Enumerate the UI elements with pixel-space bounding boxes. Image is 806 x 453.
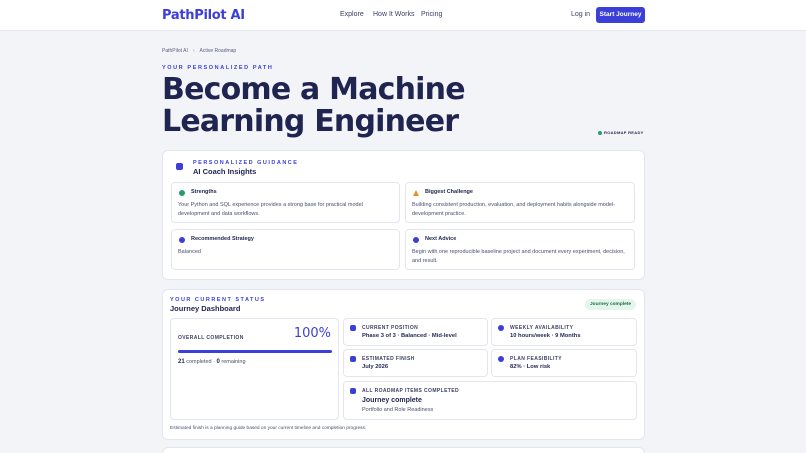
breadcrumb: PathPilot AI › Active Roadmap	[162, 48, 236, 54]
stat-value: July 2026	[362, 364, 389, 370]
status-badge: Journey complete	[585, 299, 636, 310]
insight-text: Your Python and SQL experience provides …	[178, 202, 363, 217]
gauge-icon	[498, 356, 504, 362]
insight-label: Strengths	[191, 189, 217, 195]
warning-icon	[413, 190, 419, 196]
stat-all-completed: ALL ROADMAP ITEMS COMPLETED Journey comp…	[343, 381, 637, 420]
next-card	[162, 447, 645, 453]
nav-link-how-it-works[interactable]: How It Works	[373, 11, 415, 18]
insight-text: Begin with one reproducible baseline pro…	[412, 249, 625, 264]
completed-label: completed ·	[186, 359, 215, 365]
insight-challenge: Biggest Challenge Building consistent pr…	[405, 182, 635, 223]
stat-label: WEEKLY AVAILABILITY	[510, 325, 574, 331]
coach-icon	[176, 163, 183, 170]
insight-label: Biggest Challenge	[425, 189, 473, 195]
stat-label: PLAN FEASIBILITY	[510, 356, 562, 362]
stat-plan-feasibility: PLAN FEASIBILITY 82% · Low risk	[491, 349, 637, 377]
remaining-label: remaining	[221, 359, 246, 365]
insight-label: Next Advice	[425, 236, 457, 242]
clock-icon	[498, 325, 504, 331]
page-title: Become a Machine Learning Engineer	[162, 72, 466, 139]
roadmap-ready-label: ROADMAP READY	[604, 130, 644, 135]
hero-eyebrow: YOUR PERSONALIZED PATH	[162, 65, 274, 71]
logo[interactable]: PathPilot AI	[162, 8, 245, 23]
completion-counts: 21 completed · 0 remaining	[178, 359, 246, 365]
check-circle-icon	[179, 190, 185, 196]
stat-label: CURRENT POSITION	[362, 325, 419, 331]
insight-advice: Next Advice Begin with one reproducible …	[405, 229, 635, 270]
insight-text: Balanced	[178, 249, 201, 255]
guidance-title: AI Coach Insights	[193, 167, 257, 176]
arrow-right-icon	[413, 237, 419, 243]
insight-strengths: Strengths Your Python and SQL experience…	[171, 182, 400, 223]
calendar-icon	[350, 356, 356, 362]
insight-label: Recommended Strategy	[191, 236, 254, 242]
top-nav: PathPilot AI Explore How It Works Pricin…	[0, 0, 806, 31]
progress-fill	[178, 350, 332, 353]
stat-value: 82% · Low risk	[510, 364, 551, 370]
stat-estimated-finish: ESTIMATED FINISH July 2026	[343, 349, 488, 377]
start-journey-button[interactable]: Start Journey	[596, 7, 645, 23]
stat-label: ALL ROADMAP ITEMS COMPLETED	[362, 388, 460, 394]
completion-label: OVERALL COMPLETION	[178, 335, 244, 341]
roadmap-ready-badge: ROADMAP READY	[594, 128, 648, 137]
status-title: Journey Dashboard	[170, 304, 241, 313]
stat-value: 10 hours/week · 9 Months	[510, 333, 581, 339]
completion-panel: 100% OVERALL COMPLETION 21 completed · 0…	[170, 318, 339, 420]
completed-count: 21	[178, 359, 185, 365]
completion-percent: 100%	[293, 326, 331, 341]
breadcrumb-home[interactable]: PathPilot AI	[162, 48, 188, 54]
remaining-count: 0	[216, 359, 220, 365]
nav-link-explore[interactable]: Explore	[340, 11, 364, 18]
guidance-eyebrow: PERSONALIZED GUIDANCE	[193, 160, 299, 166]
status-eyebrow: YOUR CURRENT STATUS	[170, 297, 266, 303]
breadcrumb-current: Active Roadmap	[199, 48, 237, 54]
flag-icon	[350, 388, 356, 394]
estimate-note: Estimated finish is a planning guide bas…	[170, 426, 367, 431]
nav-link-pricing[interactable]: Pricing	[421, 11, 442, 18]
strategy-icon	[179, 237, 185, 243]
stat-weekly-availability: WEEKLY AVAILABILITY 10 hours/week · 9 Mo…	[491, 318, 637, 346]
stat-value: Journey complete	[362, 397, 422, 404]
insight-strategy: Recommended Strategy Balanced	[171, 229, 400, 270]
stat-value: Phase 3 of 3 · Balanced · Mid-level	[362, 333, 457, 339]
stat-label: ESTIMATED FINISH	[362, 356, 415, 362]
chevron-right-icon: ›	[192, 48, 195, 54]
check-circle-icon	[598, 130, 602, 135]
layers-icon	[350, 325, 356, 331]
stat-subtext: Portfolio and Role Readiness	[362, 407, 434, 413]
login-link[interactable]: Log in	[571, 11, 590, 18]
progress-track	[178, 350, 332, 353]
insight-text: Building consistent production, evaluati…	[412, 202, 616, 217]
stat-current-position: CURRENT POSITION Phase 3 of 3 · Balanced…	[343, 318, 488, 346]
